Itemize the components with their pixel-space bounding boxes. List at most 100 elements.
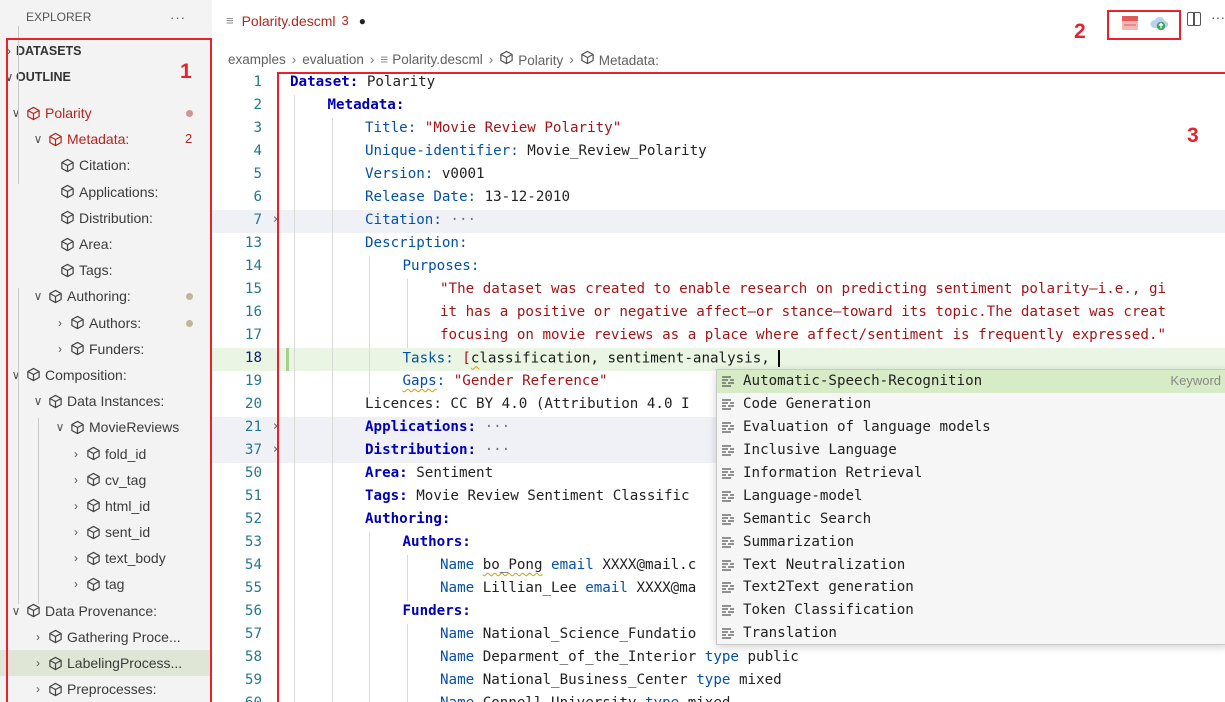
cube-icon (580, 50, 595, 65)
breadcrumb-separator: › (291, 51, 297, 67)
suggestion-item[interactable]: Translation (717, 622, 1225, 645)
breadcrumb-label: Polarity.descml (392, 51, 483, 67)
line-number: 16 (244, 304, 262, 320)
editor-more-icon[interactable]: ··· (1211, 9, 1225, 25)
file-lines-icon: ≡ (226, 13, 234, 28)
breadcrumb-item[interactable]: ≡ Polarity.descml (380, 52, 482, 67)
suggestion-label: Evaluation of language models (743, 419, 991, 436)
breadcrumb-separator: › (569, 51, 574, 67)
breadcrumb-item[interactable]: evaluation (302, 52, 364, 67)
suggestion-item[interactable]: Language-model (717, 484, 1225, 507)
tab-problem-count: 3 (341, 13, 349, 28)
line-number: 13 (244, 235, 262, 251)
keyword-icon (717, 604, 739, 616)
suggestion-label: Inclusive Language (743, 442, 897, 459)
breadcrumb-separator: › (369, 51, 375, 67)
suggestion-item[interactable]: Semantic Search (717, 507, 1225, 530)
tab-filename: Polarity.descml (241, 12, 336, 29)
keyword-icon (717, 513, 739, 525)
suggestion-label: Text2Text generation (743, 579, 914, 596)
unsaved-dot-icon[interactable]: ● (359, 14, 366, 28)
line-number: 4 (253, 143, 262, 159)
suggestion-label: Automatic-Speech-Recognition (743, 373, 983, 390)
explorer-header: EXPLORER ··· (0, 0, 212, 34)
keyword-icon (717, 536, 739, 548)
line-number: 14 (244, 258, 262, 274)
suggestion-item[interactable]: Evaluation of language models (717, 416, 1225, 439)
split-editor-icon[interactable] (1187, 12, 1201, 26)
suggestion-kind: Keyword (1170, 373, 1221, 388)
keyword-icon (717, 559, 739, 571)
line-number: 53 (244, 534, 262, 550)
keyword-icon (717, 490, 739, 502)
suggestion-label: Information Retrieval (743, 465, 923, 481)
keyword-icon (717, 421, 739, 433)
breadcrumb-item[interactable]: Polarity (499, 50, 563, 68)
line-number: 17 (244, 327, 262, 343)
breadcrumb-label: Metadata: (598, 53, 659, 68)
line-number: 59 (244, 672, 262, 688)
annotation-label-2: 2 (1074, 20, 1086, 43)
suggestion-label: Token Classification (743, 602, 914, 619)
cube-icon (499, 50, 514, 65)
suggestion-item[interactable]: Text2Text generation (717, 576, 1225, 599)
file-lines-icon: ≡ (380, 51, 389, 67)
line-number: 6 (253, 189, 262, 205)
line-number: 5 (253, 166, 262, 182)
suggestion-item[interactable]: Information Retrieval (717, 462, 1225, 485)
line-number: 2 (253, 97, 262, 113)
suggestion-item[interactable]: Automatic-Speech-Recognition Keyword (717, 370, 1225, 393)
line-number: 18 (244, 350, 262, 366)
line-number: 3 (253, 120, 262, 136)
keyword-icon (717, 581, 739, 594)
line-number: 19 (244, 373, 262, 389)
line-number: 7 (253, 212, 262, 228)
keyword-icon (717, 467, 739, 479)
explorer-more-icon[interactable]: ··· (170, 10, 186, 25)
suggestion-item[interactable]: Summarization (717, 530, 1225, 553)
line-number: 55 (244, 580, 262, 596)
suggestion-label: Text Neutralization (743, 556, 906, 573)
breadcrumb-item[interactable]: Metadata: (580, 50, 659, 68)
line-number: 51 (244, 488, 262, 504)
suggestion-label: Translation (743, 625, 837, 642)
line-number: 56 (244, 603, 262, 619)
suggestion-item[interactable]: Code Generation (717, 393, 1225, 416)
keyword-icon (717, 444, 739, 456)
suggestion-item[interactable]: Token Classification (717, 599, 1225, 622)
suggestion-label: Summarization (743, 533, 855, 550)
annotation-label-3: 3 (1187, 124, 1199, 147)
breadcrumb-label: evaluation (302, 51, 364, 67)
suggestion-label: Code Generation (743, 396, 872, 413)
cloud-upload-icon[interactable] (1150, 15, 1170, 36)
line-number: 1 (253, 74, 262, 90)
breadcrumb: examples › evaluation › ≡ Polarity.descml › Pol… (228, 49, 659, 69)
line-number: 20 (244, 396, 262, 412)
line-number: 58 (244, 649, 262, 665)
line-number: 50 (244, 465, 262, 481)
annotation-label-1: 1 (180, 60, 192, 83)
line-number: 54 (244, 557, 262, 573)
line-number: 52 (244, 511, 262, 527)
line-number: 37 (244, 442, 262, 458)
suggestion-label: Language-model (743, 487, 863, 504)
keyword-icon (717, 627, 739, 639)
explorer-title: EXPLORER (26, 10, 92, 24)
editor-tab[interactable]: ≡ Polarity.descml 3 ● (212, 0, 366, 41)
breadcrumb-separator: › (488, 51, 494, 67)
annotation-box-1 (6, 38, 212, 702)
keyword-icon (717, 398, 739, 410)
breadcrumb-label: examples (228, 51, 286, 67)
html-preview-icon[interactable] (1121, 15, 1139, 36)
suggestion-item[interactable]: Inclusive Language (717, 439, 1225, 462)
breadcrumb-label: Polarity (518, 53, 564, 68)
suggestion-label: Semantic Search (743, 510, 872, 527)
autocomplete-popup: Automatic-Speech-Recognition Keyword Code … (716, 369, 1225, 645)
line-number: 21 (244, 419, 262, 435)
keyword-icon (717, 375, 739, 388)
line-number: 57 (244, 626, 262, 642)
line-number: 60 (212, 695, 262, 702)
line-number: 15 (244, 281, 262, 297)
breadcrumb-item[interactable]: examples (228, 52, 286, 67)
suggestion-item[interactable]: Text Neutralization (717, 553, 1225, 576)
